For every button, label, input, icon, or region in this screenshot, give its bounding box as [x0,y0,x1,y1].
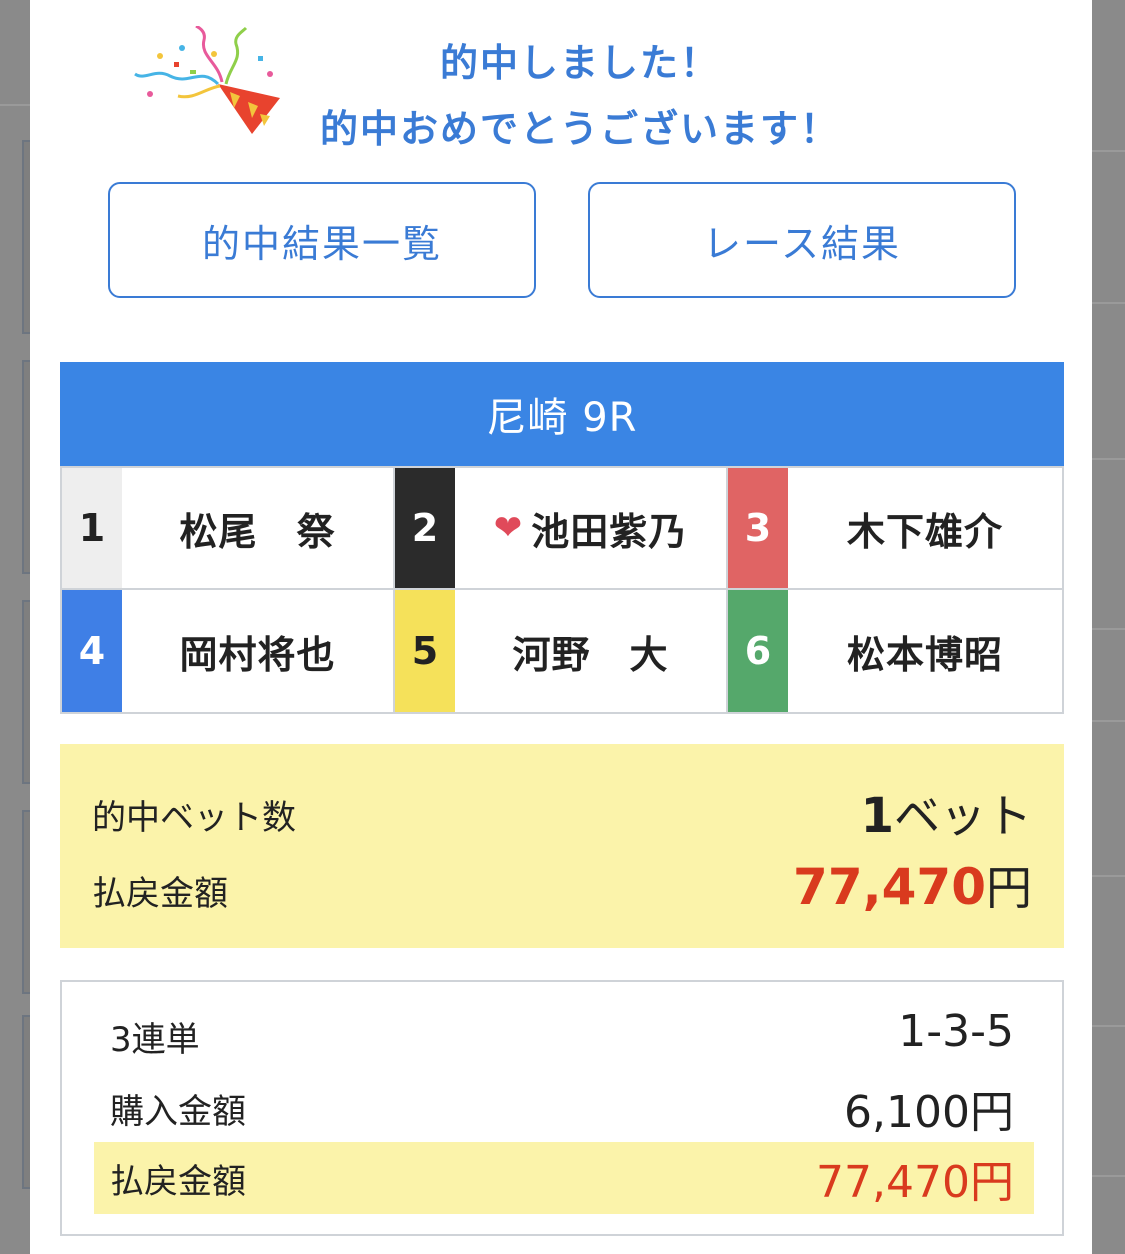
racer-cell: 1 松尾 祭 [62,468,395,590]
racer-name: 木下雄介 [846,509,1003,554]
detail-payout-value: 77,470円 [816,1157,1014,1208]
background-divider [1092,875,1125,877]
payout-label: 払戻金額 [92,874,228,914]
racer-cell: 5 河野 大 [395,590,728,712]
race-title: 尼崎 9R [60,362,1064,466]
hit-list-button[interactable]: 的中結果一覧 [108,182,536,298]
racer-name: 松本博昭 [846,632,1003,677]
racer-number: 1 [62,468,122,588]
purchase-label: 購入金額 [110,1092,246,1132]
background-divider [1092,628,1125,630]
race-result-button[interactable]: レース結果 [588,182,1016,298]
racer-name: ❤ 池田紫乃 [493,508,688,554]
racer-grid: 1 松尾 祭 2 ❤ 池田紫乃 3 木下雄介 4 岡村将也 5 河野 大 6 松本… [60,466,1064,714]
bet-type-label: 3連単 [110,1020,200,1060]
bets-label: 的中ベット数 [92,798,296,838]
racer-name: 松尾 祭 [179,509,336,554]
racer-number: 6 [728,590,788,712]
payout-value: 77,470円 [793,858,1032,916]
bet-detail: 3連単 1-3-5 購入金額 6,100円 払戻金額 77,470円 [60,980,1064,1236]
racer-cell: 3 木下雄介 [728,468,1062,590]
background-divider [1092,720,1125,722]
hit-result-modal: 的中しました！ 的中おめでとうございます！ 的中結果一覧 レース結果 尼崎 9R… [30,0,1092,1254]
bet-combination: 1-3-5 [898,1006,1014,1057]
racer-number: 2 [395,468,455,588]
background-divider [0,104,30,106]
background-divider [1092,150,1125,152]
background-divider [1092,1025,1125,1027]
congrats-header: 的中しました！ 的中おめでとうございます！ [30,0,1092,160]
racer-name: 河野 大 [512,632,669,677]
hit-summary: 的中ベット数 1ベット 払戻金額 77,470円 [60,744,1064,948]
bets-value: 1ベット [860,788,1032,844]
detail-payout-label: 払戻金額 [110,1162,246,1202]
racer-number: 4 [62,590,122,712]
congrats-line-1: 的中しました！ [439,41,720,85]
racer-cell: 4 岡村将也 [62,590,395,712]
racer-cell: 6 松本博昭 [728,590,1062,712]
background-divider [1092,458,1125,460]
congrats-line-2: 的中おめでとうございます！ [319,107,840,151]
racer-number: 3 [728,468,788,588]
background-divider [1092,1175,1125,1177]
racer-cell: 2 ❤ 池田紫乃 [395,468,728,590]
racer-number: 5 [395,590,455,712]
background-divider [1092,302,1125,304]
racer-name: 岡村将也 [179,632,336,677]
heart-icon: ❤ [493,508,524,548]
purchase-value: 6,100円 [844,1087,1014,1138]
